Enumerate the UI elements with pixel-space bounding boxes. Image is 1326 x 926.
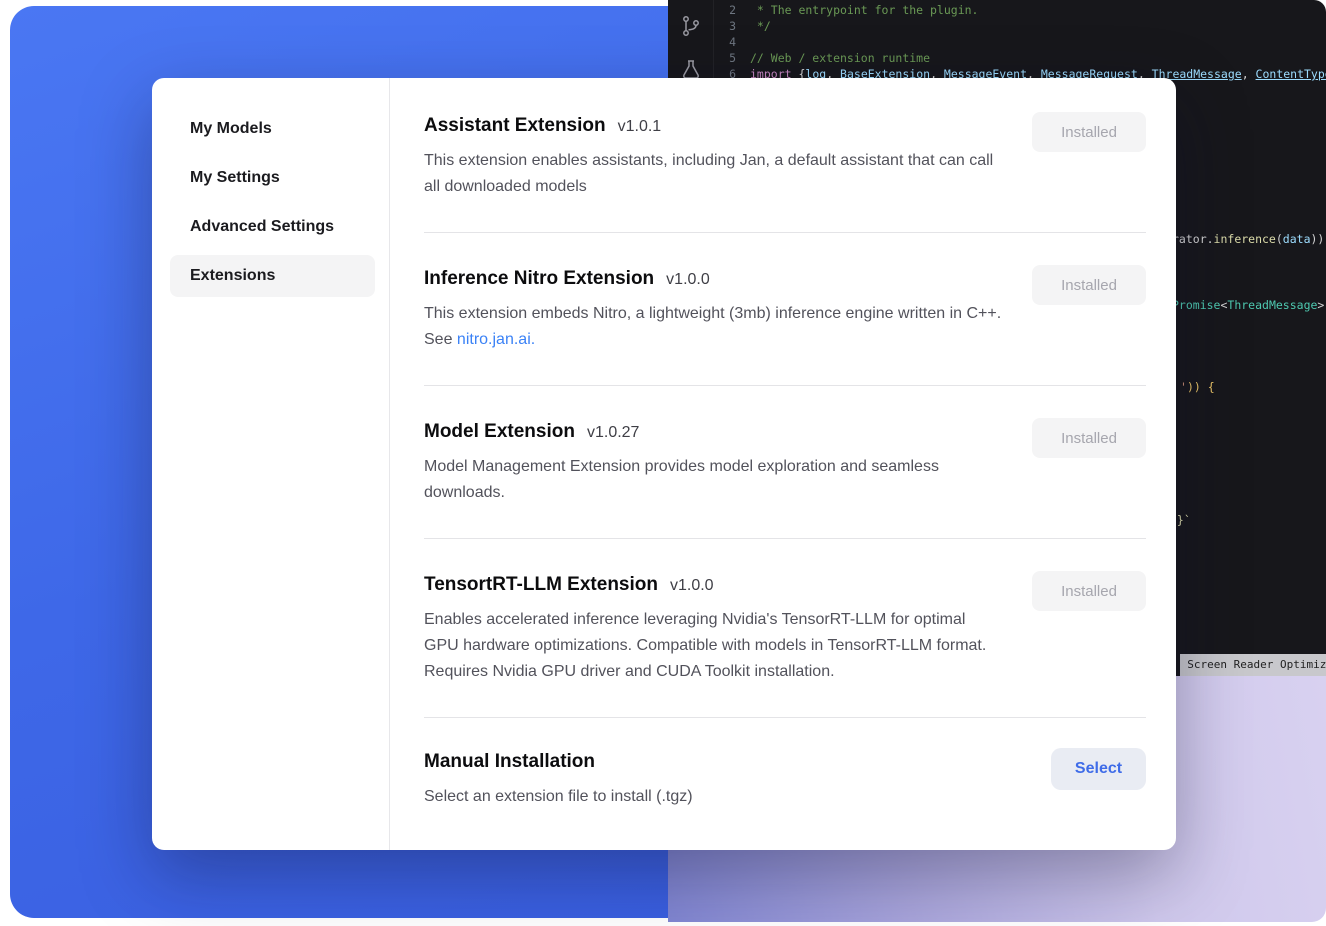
settings-modal: My Models My Settings Advanced Settings … (152, 78, 1176, 850)
settings-sidebar: My Models My Settings Advanced Settings … (152, 78, 390, 850)
extension-header: Model Extension v1.0.27 (424, 418, 1002, 446)
extension-title: TensortRT-LLM Extension (424, 571, 658, 599)
sidebar-item-my-settings[interactable]: My Settings (170, 157, 375, 199)
sidebar-item-extensions[interactable]: Extensions (170, 255, 375, 297)
extension-header: Inference Nitro Extension v1.0.0 (424, 265, 1002, 293)
select-file-button[interactable]: Select (1051, 748, 1146, 790)
extension-version: v1.0.1 (618, 118, 662, 136)
extension-title: Inference Nitro Extension (424, 265, 654, 293)
extension-row-assistant: Assistant Extension v1.0.1 This extensio… (424, 78, 1146, 232)
extension-row-model: Model Extension v1.0.27 Model Management… (424, 385, 1146, 538)
extension-version: v1.0.0 (666, 271, 710, 289)
extension-info: TensortRT-LLM Extension v1.0.0 Enables a… (424, 571, 1002, 685)
code-fragment: ')) { (1180, 379, 1215, 395)
extension-version: v1.0.27 (587, 424, 639, 442)
extension-title: Assistant Extension (424, 112, 606, 140)
code-area: 2 * The entrypoint for the plugin.3 */45… (714, 2, 1326, 82)
extension-description: Model Management Extension provides mode… (424, 454, 1002, 506)
installed-button[interactable]: Installed (1032, 571, 1146, 611)
extension-header: Assistant Extension v1.0.1 (424, 112, 1002, 140)
installed-button[interactable]: Installed (1032, 265, 1146, 305)
manual-installation-row: Manual Installation Select an extension … (424, 717, 1146, 830)
extension-description: This extension enables assistants, inclu… (424, 148, 1002, 200)
extension-header: TensortRT-LLM Extension v1.0.0 (424, 571, 1002, 599)
installed-button[interactable]: Installed (1032, 112, 1146, 152)
nitro-jan-ai-link[interactable]: nitro.jan.ai. (457, 331, 535, 348)
extension-row-nitro: Inference Nitro Extension v1.0.0 This ex… (424, 232, 1146, 385)
extension-row-tensorrt: TensortRT-LLM Extension v1.0.0 Enables a… (424, 538, 1146, 717)
extension-header: Manual Installation (424, 748, 693, 776)
extension-description: Enables accelerated inference leveraging… (424, 607, 1002, 685)
extension-info: Manual Installation Select an extension … (424, 748, 693, 810)
sidebar-item-advanced-settings[interactable]: Advanced Settings (170, 206, 375, 248)
extension-version: v1.0.0 (670, 577, 714, 595)
extension-info: Assistant Extension v1.0.1 This extensio… (424, 112, 1002, 200)
source-control-icon[interactable] (679, 14, 703, 38)
extensions-panel: Assistant Extension v1.0.1 This extensio… (390, 78, 1176, 850)
code-fragment: rator.inference(data)); (1172, 231, 1326, 247)
manual-installation-description: Select an extension file to install (.tg… (424, 784, 693, 810)
screen-reader-badge[interactable]: Screen Reader Optimize (1180, 654, 1326, 676)
extension-title: Model Extension (424, 418, 575, 446)
manual-installation-title: Manual Installation (424, 748, 595, 776)
desktop: 2 * The entrypoint for the plugin.3 */45… (0, 0, 1326, 926)
extension-info: Model Extension v1.0.27 Model Management… (424, 418, 1002, 506)
extension-info: Inference Nitro Extension v1.0.0 This ex… (424, 265, 1002, 353)
sidebar-item-my-models[interactable]: My Models (170, 108, 375, 150)
installed-button[interactable]: Installed (1032, 418, 1146, 458)
extension-description: This extension embeds Nitro, a lightweig… (424, 301, 1002, 353)
code-fragment: Promise<ThreadMessage> (1172, 297, 1324, 313)
